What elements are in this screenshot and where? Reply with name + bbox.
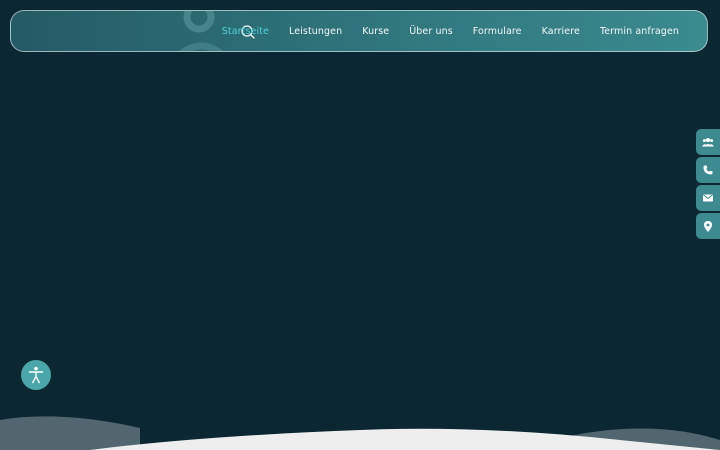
- nav-item-leistungen[interactable]: Leistungen: [289, 26, 342, 37]
- location-tab[interactable]: [696, 213, 720, 239]
- nav-item-kurse[interactable]: Kurse: [362, 26, 389, 37]
- nav-item-karriere[interactable]: Karriere: [542, 26, 580, 37]
- bottom-waves: [0, 416, 720, 450]
- email-tab[interactable]: [696, 185, 720, 211]
- map-marker-icon: [704, 220, 712, 232]
- nav-item-ueber-uns[interactable]: Über uns: [409, 26, 453, 37]
- users-icon: [702, 138, 714, 147]
- main-nav: Startseite Leistungen Kurse Über uns For…: [222, 11, 679, 51]
- nav-item-termin-anfragen[interactable]: Termin anfragen: [600, 26, 679, 37]
- nav-item-startseite[interactable]: Startseite: [222, 26, 269, 37]
- page: Startseite Leistungen Kurse Über uns For…: [0, 0, 720, 450]
- site-header: Startseite Leistungen Kurse Über uns For…: [10, 10, 708, 52]
- team-tab[interactable]: [696, 129, 720, 155]
- envelope-icon: [703, 194, 713, 202]
- accessibility-icon: [28, 366, 44, 384]
- phone-tab[interactable]: [696, 157, 720, 183]
- contact-side-tabs: [696, 129, 720, 239]
- phone-icon: [703, 165, 713, 175]
- accessibility-button[interactable]: [21, 360, 51, 390]
- nav-item-formulare[interactable]: Formulare: [473, 26, 522, 37]
